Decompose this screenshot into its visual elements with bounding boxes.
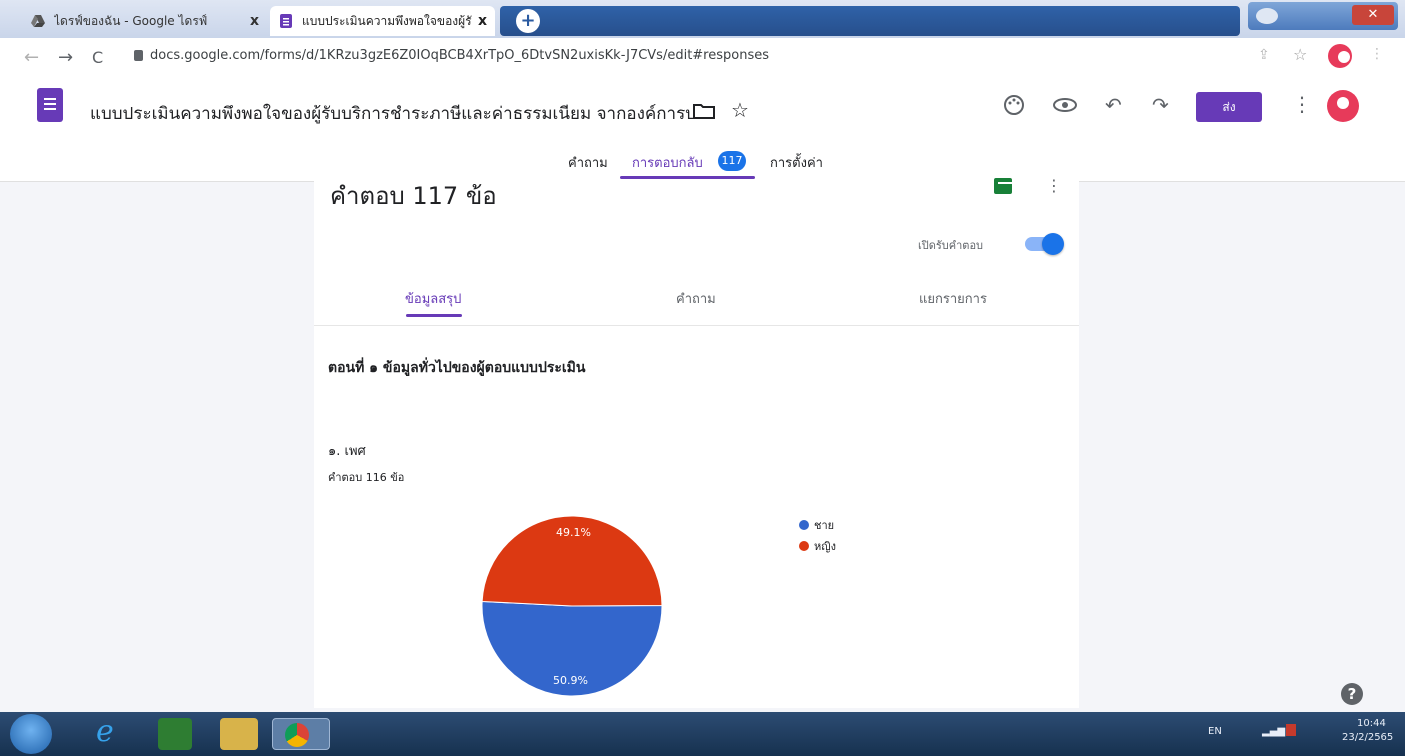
drive-icon — [31, 15, 45, 27]
tab-drive[interactable]: ไดรฟ์ของฉัน - Google ไดรฟ์ x — [22, 6, 267, 36]
tab-form-close-icon[interactable]: x — [478, 13, 487, 29]
share-icon[interactable]: ⇪ — [1258, 47, 1270, 63]
responses-more-icon[interactable]: ⋮ — [1046, 176, 1062, 195]
accept-responses-label: เปิดรับคำตอบ — [918, 239, 984, 252]
star-bookmark-icon[interactable]: ☆ — [1293, 45, 1307, 64]
forms-icon — [280, 14, 292, 28]
legend-dot-male — [799, 520, 809, 530]
redo-icon[interactable]: ↷ — [1152, 93, 1169, 117]
window-controls: ✕ — [1248, 2, 1398, 30]
excel-icon[interactable] — [158, 718, 192, 750]
gender-pie-chart: 50.9% 49.1% — [481, 515, 663, 697]
start-button[interactable] — [10, 714, 52, 754]
legend-item-male: ชาย — [799, 516, 836, 534]
tab-drive-close-icon[interactable]: x — [250, 13, 259, 29]
undo-icon[interactable]: ↶ — [1105, 93, 1122, 117]
clock-date: 23/2/2565 — [1342, 732, 1394, 743]
active-tab-indicator — [620, 176, 755, 179]
tab-settings[interactable]: การตั้งค่า — [770, 152, 823, 173]
new-tab-button[interactable]: + — [516, 9, 540, 33]
help-icon[interactable]: ? — [1341, 683, 1363, 705]
reload-button[interactable]: C — [92, 48, 103, 67]
responses-title: คำตอบ 117 ข้อ — [330, 182, 497, 210]
tab-form[interactable]: แบบประเมินความพึงพอใจของผู้รับ x — [270, 6, 495, 36]
account-avatar[interactable] — [1327, 90, 1359, 122]
tab-strip-empty — [500, 6, 1240, 36]
responses-count-badge: 117 — [718, 151, 746, 171]
section-title: ตอนที่ ๑ ข้อมูลทั่วไปของผู้ตอบแบบประเมิน — [328, 360, 586, 376]
palette-icon[interactable] — [1003, 94, 1025, 116]
more-options-icon[interactable]: ⋮ — [1292, 92, 1312, 116]
responses-card — [314, 180, 1079, 708]
network-icon[interactable]: ▂▄▆ — [1262, 726, 1285, 737]
subtab-summary[interactable]: ข้อมูลสรุป — [405, 288, 461, 309]
internet-explorer-icon[interactable]: e — [96, 714, 114, 749]
pie-legend: ชาย หญิง — [799, 516, 836, 555]
legend-item-female: หญิง — [799, 537, 836, 555]
tab-responses[interactable]: การตอบกลับ — [632, 152, 703, 173]
browser-profile-avatar[interactable] — [1328, 44, 1352, 68]
legend-label-male: ชาย — [814, 519, 835, 532]
sheets-icon[interactable] — [994, 178, 1012, 194]
clock-time: 10:44 — [1357, 718, 1386, 729]
language-indicator[interactable]: EN — [1208, 726, 1222, 737]
chrome-icon — [285, 723, 309, 747]
form-title[interactable]: แบบประเมินความพึงพอใจของผู้รับบริการชำระ… — [90, 100, 696, 127]
subtab-divider — [314, 325, 1079, 326]
action-center-flag-icon[interactable] — [1286, 724, 1296, 736]
back-button[interactable]: ← — [24, 47, 39, 68]
close-window-button[interactable]: ✕ — [1352, 5, 1394, 25]
minimize-button[interactable] — [1256, 8, 1278, 24]
toggle-knob[interactable] — [1042, 233, 1064, 255]
question-response-count: คำตอบ 116 ข้อ — [328, 471, 405, 484]
question-title: ๑. เพศ — [328, 444, 366, 459]
lock-icon — [134, 50, 143, 61]
legend-label-female: หญิง — [814, 540, 836, 553]
pie-label-female: 49.1% — [556, 526, 591, 539]
subtab-question[interactable]: คำถาม — [676, 288, 716, 309]
folder-icon[interactable] — [693, 103, 715, 119]
taskbar — [0, 712, 1405, 756]
forms-logo-icon[interactable] — [37, 88, 63, 122]
chrome-taskbar-button[interactable] — [272, 718, 330, 750]
send-button[interactable]: ส่ง — [1196, 92, 1262, 122]
tab-form-label: แบบประเมินความพึงพอใจของผู้รับ — [302, 13, 472, 28]
preview-eye-icon[interactable] — [1052, 97, 1078, 113]
tab-drive-label: ไดรฟ์ของฉัน - Google ไดรฟ์ — [54, 13, 208, 28]
file-explorer-icon[interactable] — [220, 718, 258, 750]
subtab-indicator — [406, 314, 462, 317]
pie-label-male: 50.9% — [553, 674, 588, 687]
browser-menu-icon[interactable]: ⋮ — [1370, 46, 1384, 62]
forward-button[interactable]: → — [58, 47, 73, 68]
subtab-individual[interactable]: แยกรายการ — [919, 288, 987, 309]
legend-dot-female — [799, 541, 809, 551]
url-field[interactable]: docs.google.com/forms/d/1KRzu3gzE6Z0IOqB… — [150, 48, 769, 63]
star-icon[interactable]: ☆ — [731, 98, 749, 122]
tab-questions[interactable]: คำถาม — [568, 152, 608, 173]
